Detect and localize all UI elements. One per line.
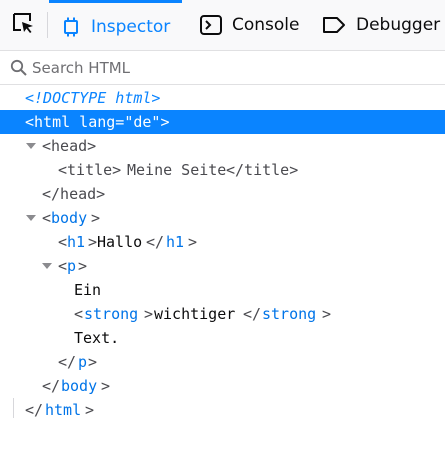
title-close-tag: </title> <box>226 161 299 179</box>
doctype-node[interactable]: <!DOCTYPE html> <box>0 86 445 110</box>
body-close-lt: </ <box>42 377 61 395</box>
body-close-gt: > <box>101 377 111 395</box>
h1-tag-name: h1 <box>67 233 86 251</box>
search-icon <box>10 59 28 77</box>
h1-close-tag-name: h1 <box>166 233 185 251</box>
tab-console[interactable]: Console <box>188 0 304 50</box>
html-close-node[interactable]: </ html > <box>0 398 445 422</box>
body-open-gt: > <box>91 209 101 227</box>
devtools-toolbar: Inspector Console Debugger <box>0 0 445 51</box>
h1-open-lt: < <box>58 233 68 251</box>
html-close-tag-name: html <box>45 401 82 419</box>
doctype-text: <!DOCTYPE html> <box>25 89 161 107</box>
devtools-panel: Inspector Console Debugger Search HTML <… <box>0 0 445 466</box>
strong-node[interactable]: < strong > wichtiger </ strong > <box>0 302 445 326</box>
p-close-node[interactable]: </ p > <box>0 350 445 374</box>
text-node[interactable]: Text. <box>0 326 445 350</box>
h1-close-gt: > <box>188 233 198 251</box>
h1-node[interactable]: < h1 > Hallo </ h1 > <box>0 230 445 254</box>
p-text-text: Text. <box>74 329 120 347</box>
body-tag-name: body <box>51 209 88 227</box>
body-node[interactable]: < body > <box>0 206 445 230</box>
strong-tag-name: strong <box>84 305 139 323</box>
p-node[interactable]: < p > <box>0 254 445 278</box>
head-close-tag: </head> <box>42 185 106 203</box>
html-close-gt: > <box>85 401 95 419</box>
inspector-icon <box>61 17 81 37</box>
toolbar-separator <box>47 12 48 38</box>
console-icon <box>200 15 222 35</box>
strong-text: wichtiger <box>154 305 236 323</box>
p-close-tag-name: p <box>78 353 88 371</box>
tab-inspector-label: Inspector <box>91 16 171 37</box>
element-picker-button[interactable] <box>4 8 42 42</box>
p-open-lt: < <box>58 257 68 275</box>
element-picker-icon <box>11 11 35 39</box>
h1-open-gt: > <box>88 233 98 251</box>
body-open-lt: < <box>42 209 52 227</box>
html-close-lt: </ <box>25 401 44 419</box>
strong-close-gt: > <box>322 305 332 323</box>
p-tag-name: p <box>67 257 77 275</box>
title-open-tag: <title> <box>58 161 122 179</box>
collapse-p-icon[interactable] <box>42 263 52 269</box>
collapse-body-icon[interactable] <box>26 215 36 221</box>
h1-close-lt: </ <box>146 233 165 251</box>
tab-inspector[interactable]: Inspector <box>49 0 182 50</box>
p-text-ein: Ein <box>74 281 102 299</box>
p-open-gt: > <box>78 257 88 275</box>
strong-open-lt: < <box>74 305 84 323</box>
p-close-lt: </ <box>58 353 77 371</box>
html-open-tag: <html lang="de"> <box>25 113 170 131</box>
tab-debugger[interactable]: Debugger <box>310 0 445 50</box>
strong-close-lt: </ <box>243 305 262 323</box>
search-html-input[interactable] <box>32 58 412 77</box>
head-close-node[interactable]: </head> <box>0 182 445 206</box>
p-close-gt: > <box>88 353 98 371</box>
tab-console-label: Console <box>232 15 300 35</box>
head-node[interactable]: <head> <box>0 134 445 158</box>
head-open-tag: <head> <box>42 137 97 155</box>
title-node[interactable]: <title> Meine Seite </title> <box>0 158 445 182</box>
body-close-node[interactable]: </ body > <box>0 374 445 398</box>
h1-text: Hallo <box>97 233 143 251</box>
collapse-head-icon[interactable] <box>26 143 36 149</box>
body-close-tag-name: body <box>61 377 98 395</box>
tab-debugger-label: Debugger <box>356 15 441 35</box>
strong-open-gt: > <box>144 305 154 323</box>
search-bar <box>0 51 445 85</box>
html-node[interactable]: <html lang="de"> <box>0 110 445 134</box>
text-node[interactable]: Ein <box>0 278 445 302</box>
strong-close-tag-name: strong <box>262 305 317 323</box>
title-text: Meine Seite <box>127 161 227 179</box>
debugger-icon <box>322 16 346 34</box>
indent-guide <box>13 398 14 418</box>
